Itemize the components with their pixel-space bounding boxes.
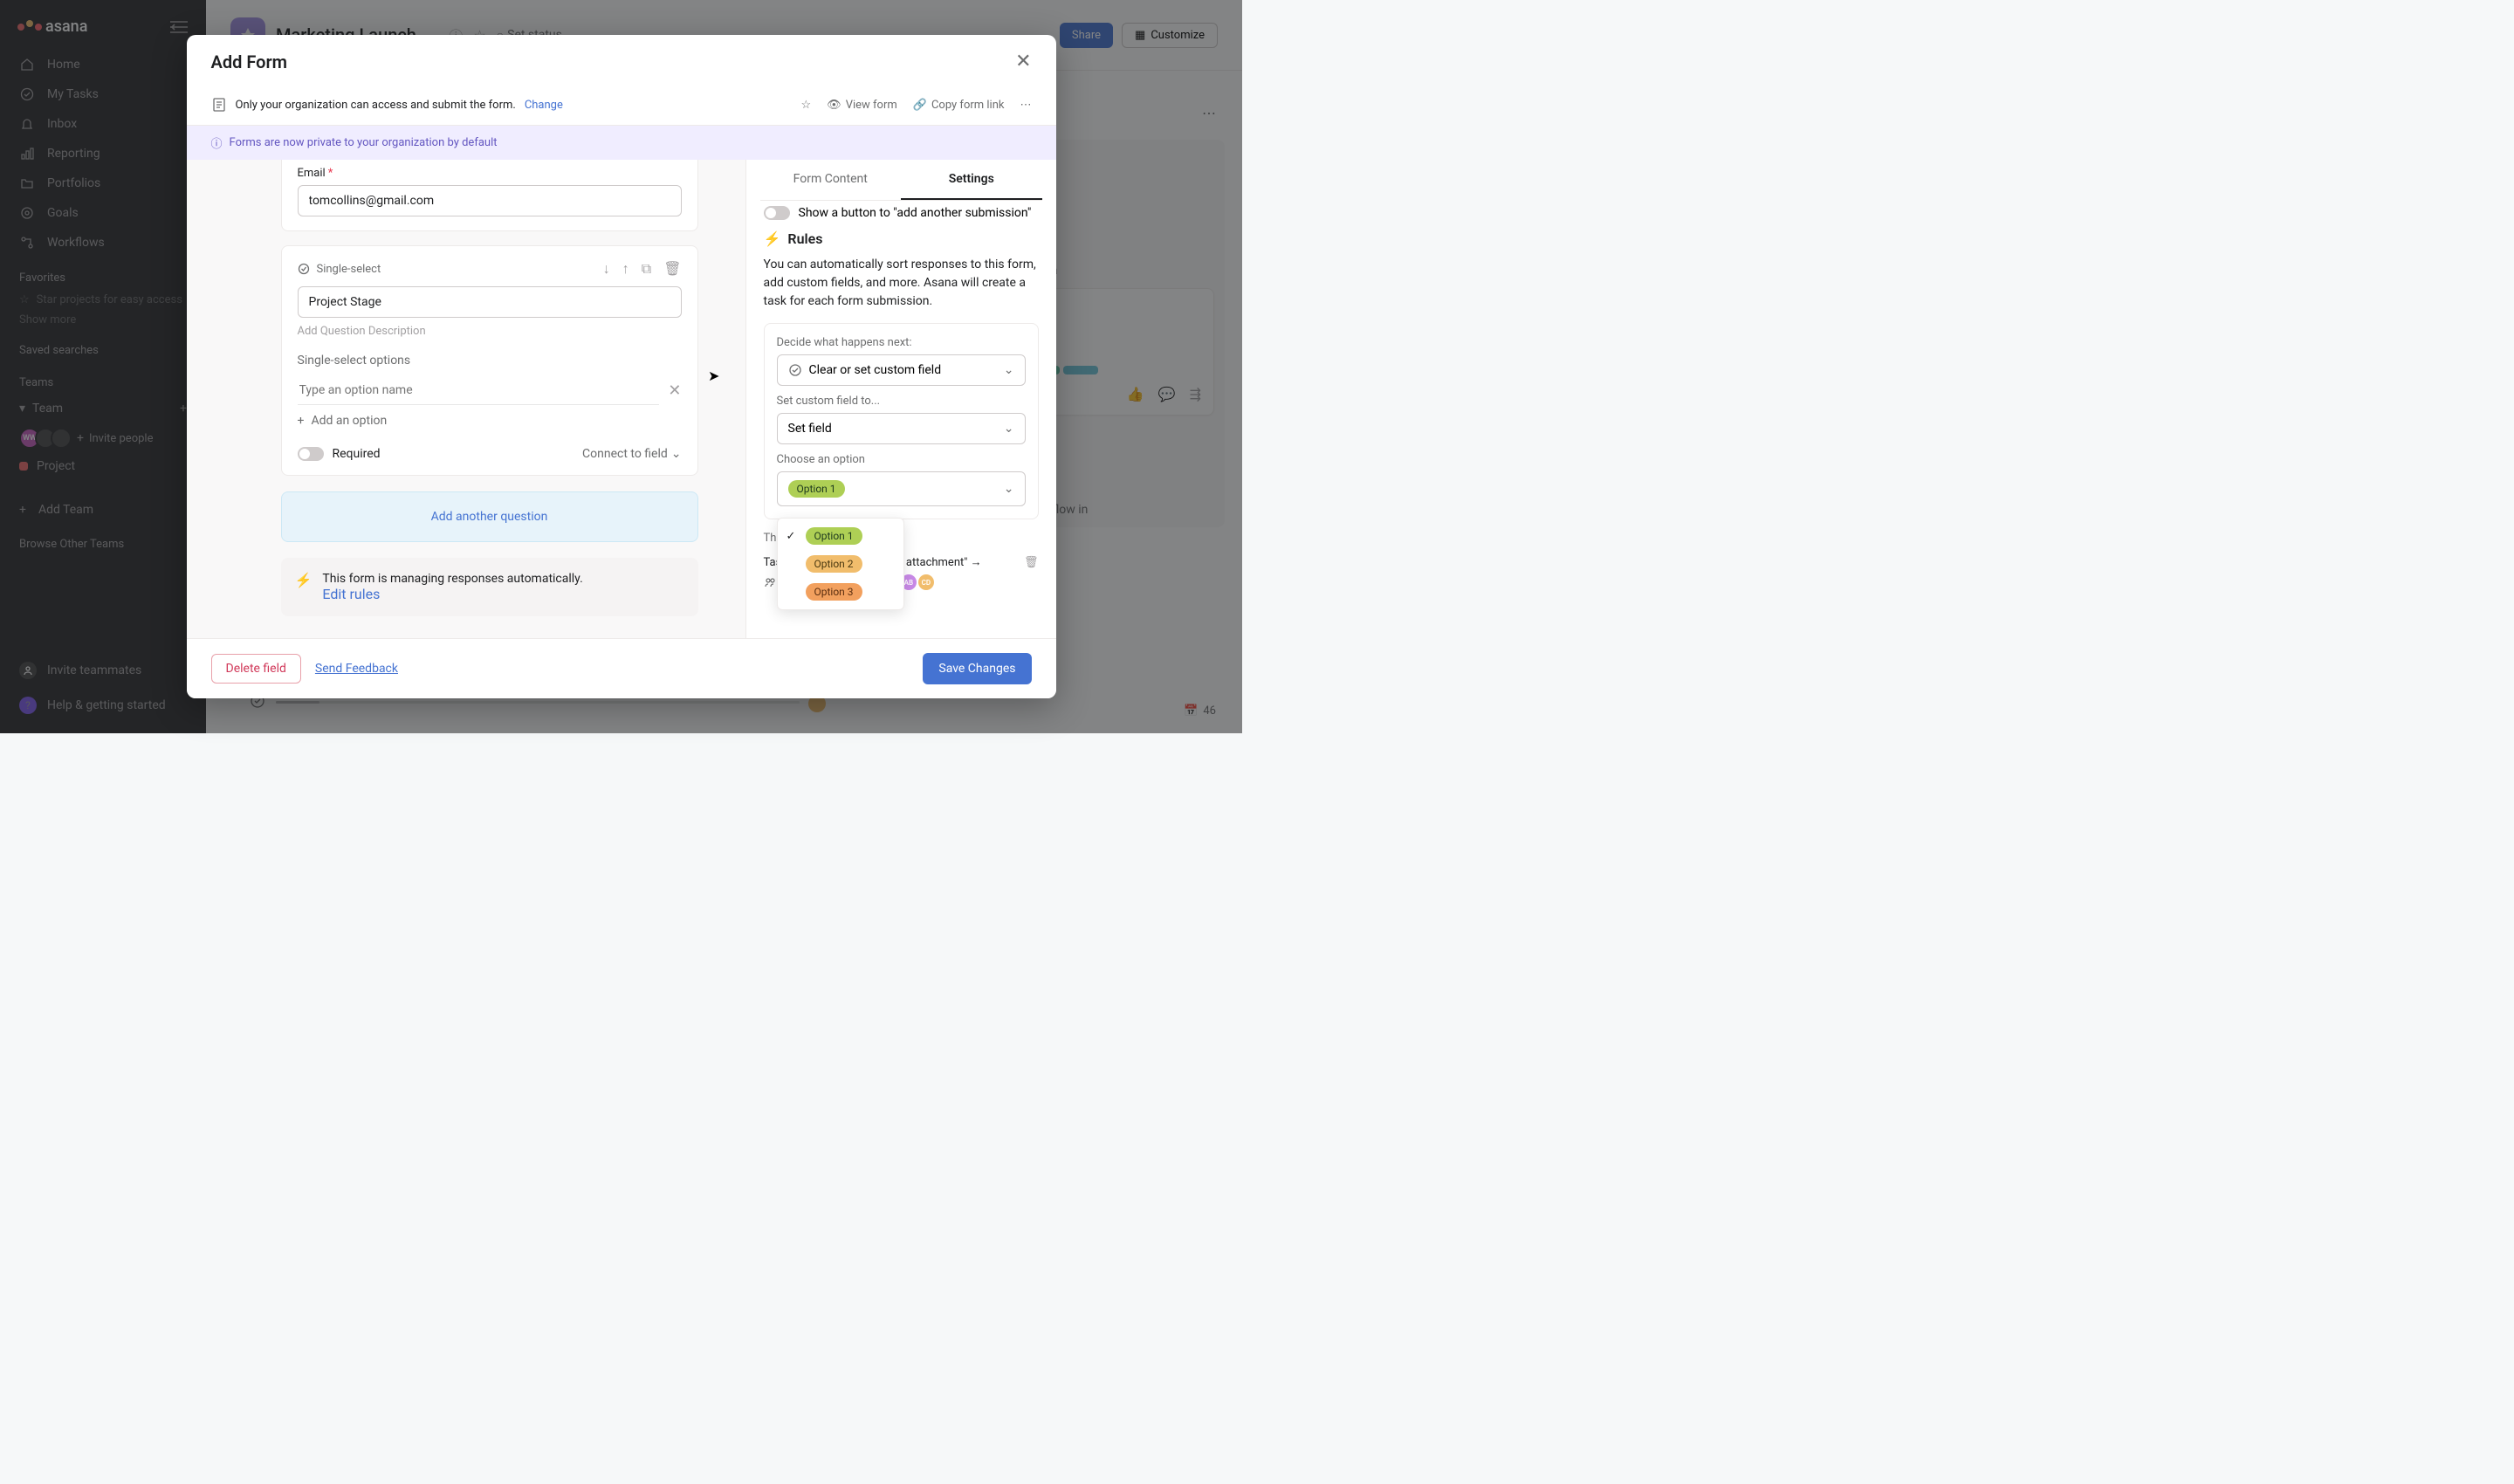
duplicate-icon[interactable]: ⧉ <box>642 260 651 278</box>
show-button-toggle[interactable] <box>764 206 790 220</box>
question-type-label[interactable]: Single-select <box>317 263 381 276</box>
option-dropdown: ✓Option 1 Option 2 Option 3 <box>777 518 904 610</box>
tab-form-content[interactable]: Form Content <box>760 160 902 200</box>
dropdown-option-3[interactable]: Option 3 <box>778 578 903 606</box>
rules-box: Decide what happens next: Clear or set c… <box>764 323 1039 519</box>
chevron-down-icon: ⌄ <box>1004 363 1014 377</box>
form-icon <box>211 97 227 113</box>
rules-description: You can automatically sort responses to … <box>764 256 1039 311</box>
clear-option-icon[interactable]: ✕ <box>668 381 681 400</box>
email-input[interactable] <box>298 185 682 216</box>
view-form-link[interactable]: 👁View form <box>827 99 897 112</box>
check-icon: ✓ <box>786 530 799 543</box>
check-circle-icon <box>788 363 802 377</box>
modal-title: Add Form <box>211 52 288 72</box>
plus-icon: + <box>298 414 305 428</box>
delete-field-button[interactable]: Delete field <box>211 654 301 684</box>
add-question-button[interactable]: Add another question <box>281 491 698 542</box>
send-feedback-link[interactable]: Send Feedback <box>315 662 398 676</box>
users-icon <box>764 576 776 588</box>
edit-rules-link[interactable]: Edit rules <box>322 586 582 602</box>
tab-settings[interactable]: Settings <box>901 160 1042 200</box>
move-down-icon[interactable]: ↓ <box>603 260 610 278</box>
bolt-icon: ⚡ <box>295 572 313 588</box>
info-banner: ⓘ Forms are now private to your organiza… <box>187 126 1056 160</box>
delete-icon[interactable]: 🗑 <box>663 260 681 278</box>
options-label: Single-select options <box>298 354 682 368</box>
show-button-label: Show a button to "add another submission… <box>799 206 1032 220</box>
email-label: Email <box>298 167 326 180</box>
set-to-label: Set custom field to... <box>777 395 1026 408</box>
move-up-icon[interactable]: ↑ <box>622 260 629 278</box>
rules-heading-text: Rules <box>787 230 822 247</box>
bolt-icon: ⚡ <box>764 230 781 247</box>
auto-text: This form is managing responses automati… <box>322 572 582 586</box>
star-icon[interactable]: ☆ <box>801 99 812 112</box>
required-label: Required <box>333 447 381 461</box>
chevron-down-icon: ⌄ <box>1004 482 1014 496</box>
single-select-icon <box>298 263 310 275</box>
access-text: Only your organization can access and su… <box>236 99 516 112</box>
set-field-select[interactable]: Set field ⌄ <box>777 413 1026 444</box>
collaborator-badge[interactable]: CD <box>918 574 934 590</box>
choose-option-label: Choose an option <box>777 453 1026 466</box>
dropdown-option-2[interactable]: Option 2 <box>778 550 903 578</box>
close-icon[interactable]: ✕ <box>1015 51 1031 72</box>
change-link[interactable]: Change <box>525 99 563 112</box>
action-select[interactable]: Clear or set custom field ⌄ <box>777 354 1026 386</box>
selected-option-pill: Option 1 <box>788 480 845 498</box>
form-builder: Email* Single-select ↓ ↑ ⧉ 🗑 <box>187 160 745 638</box>
add-description[interactable]: Add Question Description <box>298 325 682 338</box>
add-option-button[interactable]: + Add an option <box>298 414 682 428</box>
eye-icon: 👁 <box>827 99 841 112</box>
settings-panel: Form Content Settings Show a button to "… <box>745 160 1056 638</box>
delete-summary-icon[interactable]: 🗑 <box>1024 556 1039 569</box>
question-title-input[interactable] <box>298 286 682 318</box>
option-name-input[interactable] <box>298 376 660 405</box>
info-icon: ⓘ <box>211 134 223 151</box>
dropdown-option-1[interactable]: ✓Option 1 <box>778 522 903 550</box>
more-icon[interactable]: ⋯ <box>1020 99 1032 112</box>
question-card: Single-select ↓ ↑ ⧉ 🗑 Add Question Descr… <box>281 245 698 476</box>
chevron-down-icon: ⌄ <box>1004 422 1014 436</box>
option-select[interactable]: Option 1 ⌄ <box>777 471 1026 506</box>
add-form-modal: Add Form ✕ Only your organization can ac… <box>187 35 1056 698</box>
save-changes-button[interactable]: Save Changes <box>923 653 1031 684</box>
chevron-down-icon: ⌄ <box>671 447 682 461</box>
auto-manage-notice: ⚡ This form is managing responses automa… <box>281 558 698 616</box>
decide-label: Decide what happens next: <box>777 336 1026 349</box>
modal-overlay: Add Form ✕ Only your organization can ac… <box>0 0 1242 733</box>
link-icon: 🔗 <box>913 99 927 112</box>
connect-to-field[interactable]: Connect to field ⌄ <box>582 447 681 461</box>
copy-form-link[interactable]: 🔗Copy form link <box>913 99 1005 112</box>
required-toggle[interactable] <box>298 447 324 461</box>
